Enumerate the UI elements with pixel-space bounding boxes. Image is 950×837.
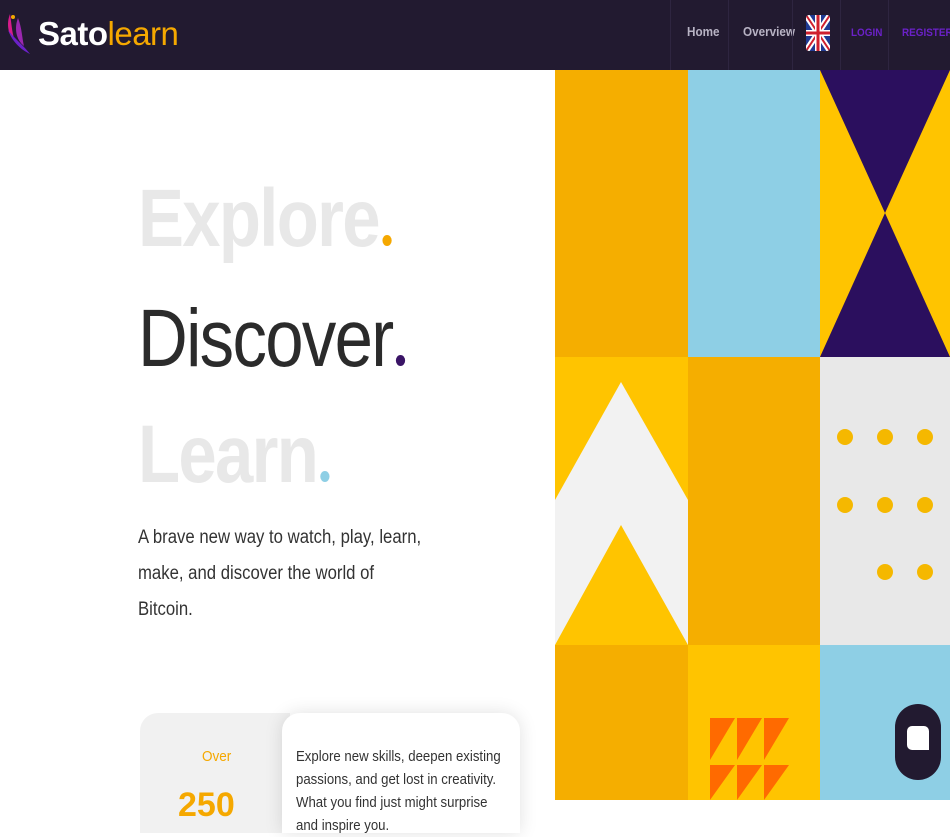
stats-description: Explore new skills, deepen existing pass…	[296, 748, 501, 834]
chat-button[interactable]	[895, 704, 941, 780]
mosaic-dot	[917, 497, 933, 513]
hero-explore-line: Explore	[138, 172, 392, 266]
mosaic-dot	[877, 564, 893, 580]
hero-learn-line: Learn	[138, 408, 330, 502]
yellow-dot-icon	[382, 235, 392, 246]
hero-subtitle: A brave new way to watch, play, learn, m…	[138, 527, 422, 620]
nav-divider	[792, 0, 793, 70]
top-navbar: Satolearn Home Overview LOGIN REGISTER	[0, 0, 950, 70]
mosaic-dot	[917, 564, 933, 580]
logo[interactable]: Satolearn	[4, 6, 179, 60]
mosaic-tile	[688, 70, 820, 357]
logo-text: Satolearn	[38, 14, 179, 52]
mosaic-tile	[688, 357, 820, 645]
purple-dot-icon	[395, 355, 406, 366]
mosaic-dot	[837, 429, 853, 445]
nav-divider	[888, 0, 889, 70]
nav-divider	[840, 0, 841, 70]
mosaic-dot	[917, 429, 933, 445]
nav-divider	[670, 0, 671, 70]
nav-overview-link[interactable]: Overview	[743, 24, 795, 39]
mosaic-dot	[877, 429, 893, 445]
hero-discover-line: Discover	[138, 292, 406, 386]
nav-divider	[728, 0, 729, 70]
chat-bubble-icon	[907, 726, 929, 750]
mosaic-tile	[555, 70, 688, 357]
stats-over-label: Over	[202, 748, 232, 765]
mosaic-dot	[837, 497, 853, 513]
decorative-mosaic	[555, 70, 950, 800]
logo-bird-icon	[8, 14, 30, 54]
register-link[interactable]: REGISTER	[902, 27, 950, 39]
blue-dot-icon	[320, 471, 330, 482]
stats-number: 250	[178, 786, 235, 824]
nav-home-link[interactable]: Home	[687, 24, 720, 39]
login-link[interactable]: LOGIN	[851, 27, 882, 39]
uk-flag-icon[interactable]	[806, 15, 830, 51]
mosaic-tile	[555, 645, 688, 800]
mosaic-dot	[877, 497, 893, 513]
